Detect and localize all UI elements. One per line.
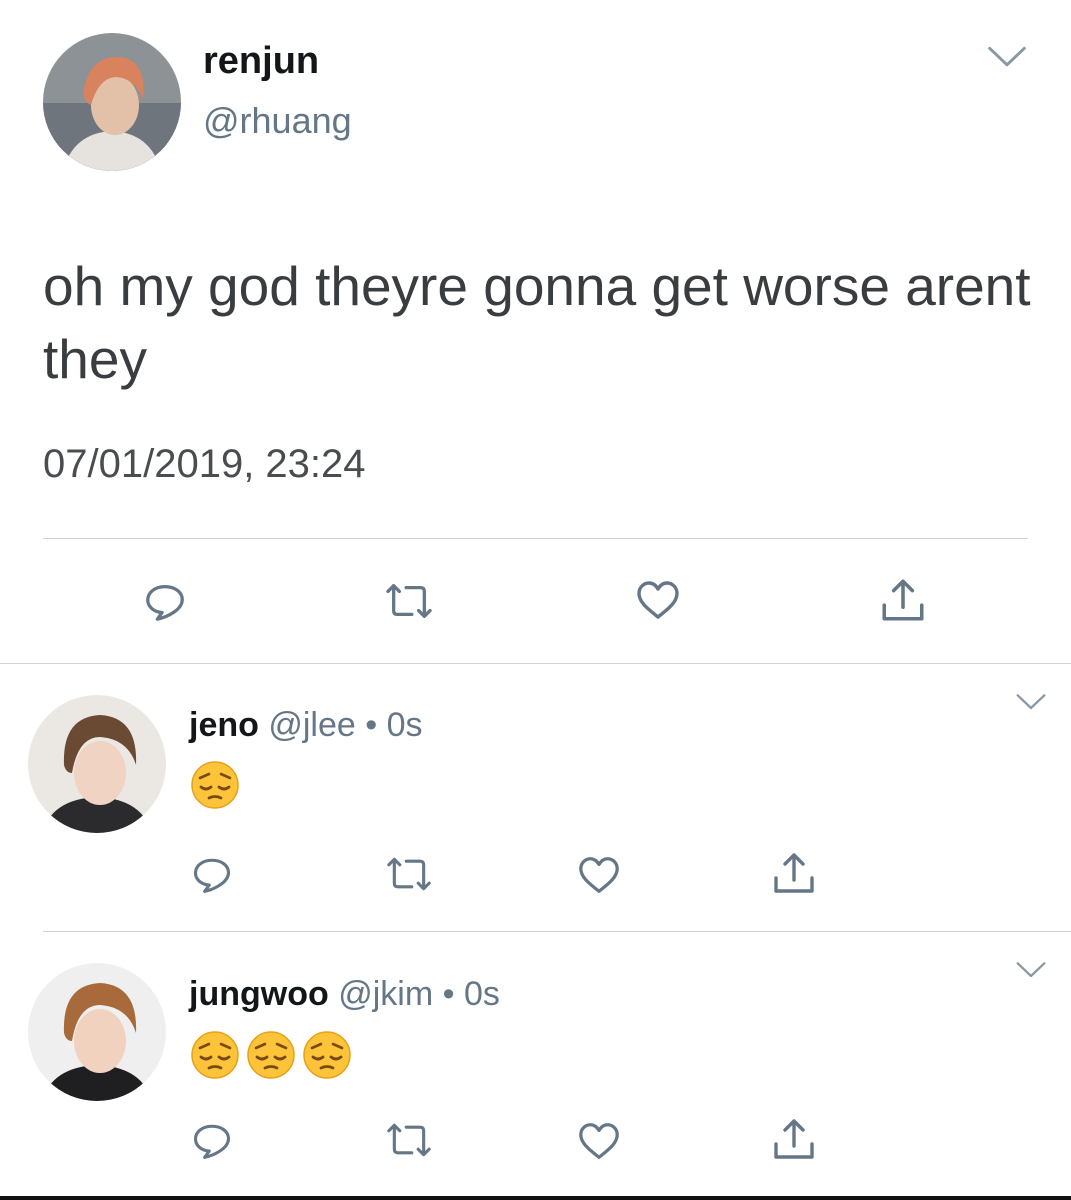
tweet-text: oh my god theyre gonna get worse arent t… <box>43 255 1031 390</box>
like-icon[interactable] <box>576 852 622 898</box>
pensive-face-emoji <box>246 1030 296 1080</box>
meta-separator: • <box>365 706 378 744</box>
reply-text <box>190 1030 352 1080</box>
chevron-down-icon[interactable] <box>986 44 1028 70</box>
retweet-icon[interactable] <box>380 578 438 624</box>
divider <box>43 538 1028 539</box>
divider <box>43 931 1071 932</box>
tweet-timestamp: 07/01/2019, 23:24 <box>43 442 366 486</box>
reply-icon[interactable] <box>190 1118 234 1162</box>
reply-author-handle[interactable]: @jlee <box>268 706 355 744</box>
reply-text <box>190 760 240 810</box>
reply-author-handle[interactable]: @jkim <box>338 975 433 1013</box>
reply-time: 0s <box>463 975 500 1013</box>
pensive-face-emoji <box>190 760 240 810</box>
bottom-edge <box>0 1196 1071 1200</box>
chevron-down-icon[interactable] <box>1014 692 1048 712</box>
reply-author-name[interactable]: jungwoo <box>189 975 329 1013</box>
pensive-face-emoji <box>190 1030 240 1080</box>
share-icon[interactable] <box>770 1116 818 1164</box>
avatar-renjun[interactable] <box>43 33 181 171</box>
divider <box>0 663 1071 664</box>
pensive-face-emoji <box>302 1030 352 1080</box>
share-icon[interactable] <box>770 850 818 898</box>
retweet-icon[interactable] <box>381 1118 437 1162</box>
reply-header: jeno @jlee • 0s <box>189 706 423 745</box>
like-icon[interactable] <box>634 576 682 624</box>
reply-header: jungwoo @jkim • 0s <box>189 975 500 1014</box>
like-icon[interactable] <box>576 1118 622 1164</box>
share-icon[interactable] <box>878 576 928 626</box>
main-author-name[interactable]: renjun <box>203 40 319 83</box>
reply-icon[interactable] <box>190 852 234 896</box>
main-author-handle[interactable]: @rhuang <box>203 100 352 142</box>
avatar-jeno[interactable] <box>28 695 166 833</box>
reply-icon[interactable] <box>142 578 188 624</box>
avatar-jungwoo[interactable] <box>28 963 166 1101</box>
chevron-down-icon[interactable] <box>1014 960 1048 980</box>
reply-time: 0s <box>386 706 423 744</box>
reply-author-name[interactable]: jeno <box>189 706 259 744</box>
meta-separator: • <box>442 975 455 1013</box>
retweet-icon[interactable] <box>381 852 437 896</box>
